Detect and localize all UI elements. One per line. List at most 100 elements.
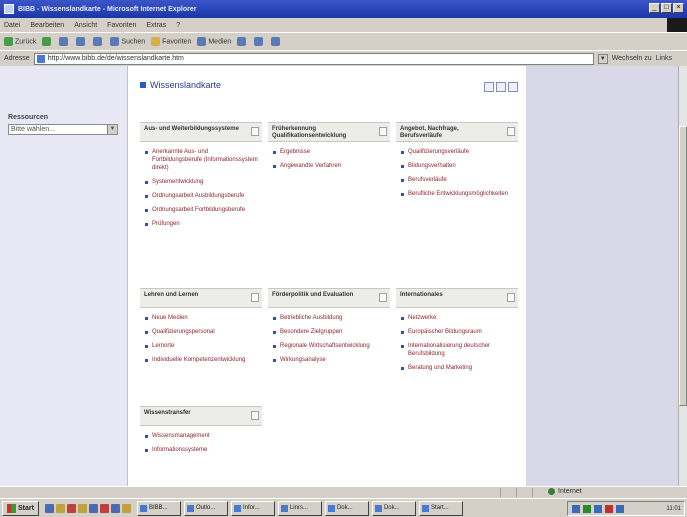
topic-link[interactable]: Angewandte Verfahren <box>273 162 386 170</box>
topic-link[interactable]: Lernorte <box>145 342 258 350</box>
topic-link[interactable]: Neue Medien <box>145 314 258 322</box>
tray-icon[interactable] <box>616 504 624 513</box>
tray-icon[interactable] <box>594 504 602 513</box>
collapse-icon[interactable] <box>379 293 387 302</box>
links-button[interactable]: Links <box>656 55 672 62</box>
topic-link[interactable]: Internationalisierung deutscher Berufsbi… <box>401 342 514 358</box>
title-bar: BIBB - Wissenslandkarte - Microsoft Inte… <box>0 0 687 18</box>
resources-select[interactable]: Bitte wählen... ▼ <box>8 124 118 135</box>
topic-link[interactable]: Beratung und Marketing <box>401 364 514 372</box>
topic-link[interactable]: Berufliche Entwicklungsmöglichkeiten <box>401 190 514 198</box>
home-button[interactable] <box>93 37 104 46</box>
topic-link[interactable]: Ordnungsarbeit Ausbildungsberufe <box>145 192 258 200</box>
topic-link[interactable]: Informationssysteme <box>145 446 258 454</box>
task-button[interactable]: Infor... <box>230 500 275 516</box>
chevron-down-icon[interactable]: ▼ <box>107 125 117 134</box>
mail-button[interactable] <box>254 37 265 46</box>
tray-icon[interactable] <box>583 504 591 513</box>
window-title: BIBB - Wissenslandkarte - Microsoft Inte… <box>18 5 197 13</box>
vertical-scrollbar[interactable] <box>678 66 687 486</box>
topic-link[interactable]: Prüfungen <box>145 220 258 228</box>
collapse-icon[interactable] <box>507 293 515 302</box>
topic-box-header: Lehren und Lernen <box>140 288 262 308</box>
task-button[interactable]: Linrs... <box>277 500 322 516</box>
address-dropdown-button[interactable]: ▼ <box>597 53 608 64</box>
topic-link[interactable]: Individuelle Kompetenzentwicklung <box>145 356 258 364</box>
menu-item-help[interactable]: ? <box>176 22 180 29</box>
quick-launch-icon[interactable] <box>55 503 65 513</box>
quick-launch-icon[interactable] <box>99 503 109 513</box>
back-button[interactable]: Zurück <box>4 37 36 46</box>
back-arrow-icon <box>4 37 13 46</box>
menu-item-datei[interactable]: Datei <box>4 22 20 29</box>
app-icon <box>186 504 194 512</box>
topic-box-lehren-lernen: Lehren und Lernen Neue Medien Qualifizie… <box>140 288 262 370</box>
topic-link-list: Betriebliche Ausbildung Besondere Zielgr… <box>268 308 390 364</box>
menu-item-ansicht[interactable]: Ansicht <box>74 22 97 29</box>
stop-button[interactable] <box>59 37 70 46</box>
topic-link[interactable]: Qualifizierungspersonal <box>145 328 258 336</box>
collapse-icon[interactable] <box>379 127 387 136</box>
topic-link[interactable]: Anerkannte Aus- und Fortbildungsberufe (… <box>145 148 258 172</box>
menu-item-extras[interactable]: Extras <box>146 22 166 29</box>
media-button[interactable]: Medien <box>197 37 231 46</box>
topic-link[interactable]: Ordnungsarbeit Fortbildungsberufe <box>145 206 258 214</box>
search-button[interactable]: Suchen <box>110 37 145 46</box>
topic-box-header: Förderpolitik und Evaluation <box>268 288 390 308</box>
topic-link[interactable]: Netzwerke <box>401 314 514 322</box>
topic-link[interactable]: Regionale Wirtschaftsentwicklung <box>273 342 386 350</box>
task-button[interactable]: BIBB... <box>136 500 181 516</box>
clock: 11:01 <box>666 505 681 512</box>
topic-link[interactable]: Besondere Zielgruppen <box>273 328 386 336</box>
topic-link-list: Qualifizierungsverläufe Bildungsverhalte… <box>396 142 518 198</box>
forward-button[interactable] <box>42 37 53 46</box>
quick-launch <box>42 503 134 513</box>
scrollbar-thumb[interactable] <box>679 126 687 406</box>
collapse-icon[interactable] <box>251 127 259 136</box>
tray-icon[interactable] <box>605 504 613 513</box>
collapse-icon[interactable] <box>507 127 515 136</box>
quick-launch-icon[interactable] <box>66 503 76 513</box>
collapse-icon[interactable] <box>251 293 259 302</box>
topic-link[interactable]: Betriebliche Ausbildung <box>273 314 386 322</box>
print-button[interactable] <box>271 37 282 46</box>
topic-link[interactable]: Berufsverläufe <box>401 176 514 184</box>
topic-link[interactable]: Bildungsverhalten <box>401 162 514 170</box>
close-button[interactable]: × <box>673 3 684 13</box>
print-page-icon[interactable] <box>508 82 518 92</box>
task-button[interactable]: Start... <box>418 500 463 516</box>
collapse-icon[interactable] <box>251 411 259 420</box>
quick-launch-icon[interactable] <box>44 503 54 513</box>
favorites-button[interactable]: Favoriten <box>151 37 191 46</box>
topic-link[interactable]: Wirkungsanalyse <box>273 356 386 364</box>
history-button[interactable] <box>237 37 248 46</box>
task-button[interactable]: Dok... <box>324 500 369 516</box>
tray-icon[interactable] <box>572 504 580 513</box>
go-button[interactable]: Wechseln zu <box>612 55 652 62</box>
task-button[interactable]: Dok... <box>371 500 416 516</box>
topic-link[interactable]: Ergebnisse <box>273 148 386 156</box>
quick-launch-icon[interactable] <box>77 503 87 513</box>
task-button[interactable]: Outlo... <box>183 500 228 516</box>
menu-item-favoriten[interactable]: Favoriten <box>107 22 136 29</box>
topic-link[interactable]: Qualifizierungsverläufe <box>401 148 514 156</box>
topic-box-header: Wissenstransfer <box>140 406 262 426</box>
topic-link[interactable]: Wissensmanagement <box>145 432 258 440</box>
zoom-icon[interactable] <box>484 82 494 92</box>
maximize-button[interactable]: □ <box>661 3 672 13</box>
topic-box-angebot-nachfrage: Angebot, Nachfrage, Berufsverläufe Quali… <box>396 122 518 204</box>
quick-launch-icon[interactable] <box>110 503 120 513</box>
start-button[interactable]: Start <box>2 500 39 516</box>
quick-launch-icon[interactable] <box>121 503 131 513</box>
menu-item-bearbeiten[interactable]: Bearbeiten <box>30 22 64 29</box>
topic-link[interactable]: Systementwicklung <box>145 178 258 186</box>
topic-link[interactable]: Europäischer Bildungsraum <box>401 328 514 336</box>
refresh-button[interactable] <box>76 37 87 46</box>
address-field[interactable]: http://www.bibb.de/de/wissenslandkarte.h… <box>33 52 594 65</box>
address-label: Adresse <box>4 55 30 62</box>
quick-launch-icon[interactable] <box>88 503 98 513</box>
app-icon <box>233 504 241 512</box>
system-tray: 11:01 <box>567 501 685 516</box>
minimize-button[interactable]: _ <box>649 3 660 13</box>
map-icon[interactable] <box>496 82 506 92</box>
